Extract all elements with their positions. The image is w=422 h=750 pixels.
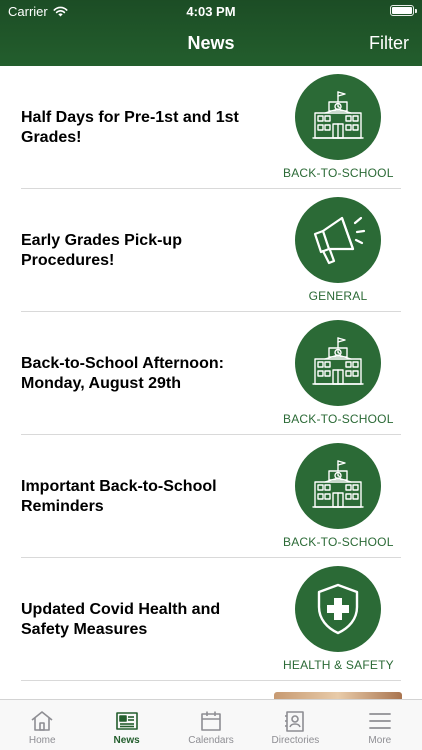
tab-more[interactable]: More — [338, 700, 422, 750]
row-divider — [21, 680, 401, 681]
category-badge: GENERAL — [283, 197, 393, 303]
status-bar: Carrier 4:03 PM — [0, 0, 422, 22]
tab-calendars[interactable]: Calendars — [169, 700, 253, 750]
news-title: Half Days for Pre-1st and 1st Grades! — [21, 108, 239, 146]
school-icon — [312, 337, 364, 385]
megaphone-icon — [313, 216, 366, 265]
category-circle — [295, 566, 381, 652]
tab-label: News — [113, 735, 140, 746]
category-circle — [295, 74, 381, 160]
category-label: BACK-TO-SCHOOL — [283, 412, 394, 426]
news-title: Important Back-to-School Reminders — [21, 477, 217, 515]
school-icon — [312, 91, 364, 139]
category-badge: BACK-TO-SCHOOL — [283, 320, 393, 426]
news-title: Updated Covid Health and Safety Measures — [21, 600, 221, 638]
news-item[interactable]: Updated Covid Health and Safety Measures… — [0, 558, 422, 681]
category-label: BACK-TO-SCHOOL — [283, 166, 394, 180]
tab-label: Home — [28, 735, 56, 746]
category-circle — [295, 443, 381, 529]
category-badge: BACK-TO-SCHOOL — [283, 443, 393, 549]
category-circle — [295, 320, 381, 406]
tab-directories[interactable]: Directories — [253, 700, 337, 750]
news-item[interactable]: Back-to-School Afternoon: Monday, August… — [0, 312, 422, 435]
news-title: Early Grades Pick-up Procedures! — [21, 231, 182, 269]
calendar-icon — [201, 711, 221, 731]
menu-icon — [368, 713, 391, 729]
category-label: GENERAL — [308, 289, 368, 303]
tab-label: More — [368, 735, 392, 746]
tab-news[interactable]: News — [84, 700, 168, 750]
tab-label: Calendars — [188, 735, 234, 746]
shield-cross-icon — [317, 583, 359, 635]
battery-icon — [390, 5, 417, 16]
category-circle — [295, 197, 381, 283]
home-icon — [31, 711, 53, 731]
tab-label: Directories — [271, 735, 320, 746]
newspaper-icon — [115, 712, 138, 730]
tab-bar: Home News Calendars Directories More — [0, 699, 422, 750]
app-header: Carrier 4:03 PM News Filter — [0, 0, 422, 66]
school-icon — [312, 460, 364, 508]
news-item[interactable]: Early Grades Pick-up Procedures! GENERAL — [0, 189, 422, 312]
news-item[interactable]: Half Days for Pre-1st and 1st Grades! BA… — [0, 66, 422, 189]
tab-home[interactable]: Home — [0, 700, 84, 750]
news-title: Back-to-School Afternoon: Monday, August… — [21, 354, 224, 392]
filter-button[interactable]: Filter — [369, 33, 409, 54]
contact-card-icon — [285, 711, 305, 732]
category-label: BACK-TO-SCHOOL — [283, 535, 394, 549]
status-time: 4:03 PM — [186, 4, 236, 19]
category-label: HEALTH & SAFETY — [283, 658, 394, 672]
news-item[interactable]: Important Back-to-School Reminders BACK-… — [0, 435, 422, 558]
page-title: News — [187, 33, 235, 53]
category-badge: HEALTH & SAFETY — [283, 566, 394, 672]
category-badge: BACK-TO-SCHOOL — [283, 74, 393, 180]
next-item-thumbnail — [274, 692, 402, 699]
news-list: Half Days for Pre-1st and 1st Grades! BA… — [0, 66, 422, 699]
